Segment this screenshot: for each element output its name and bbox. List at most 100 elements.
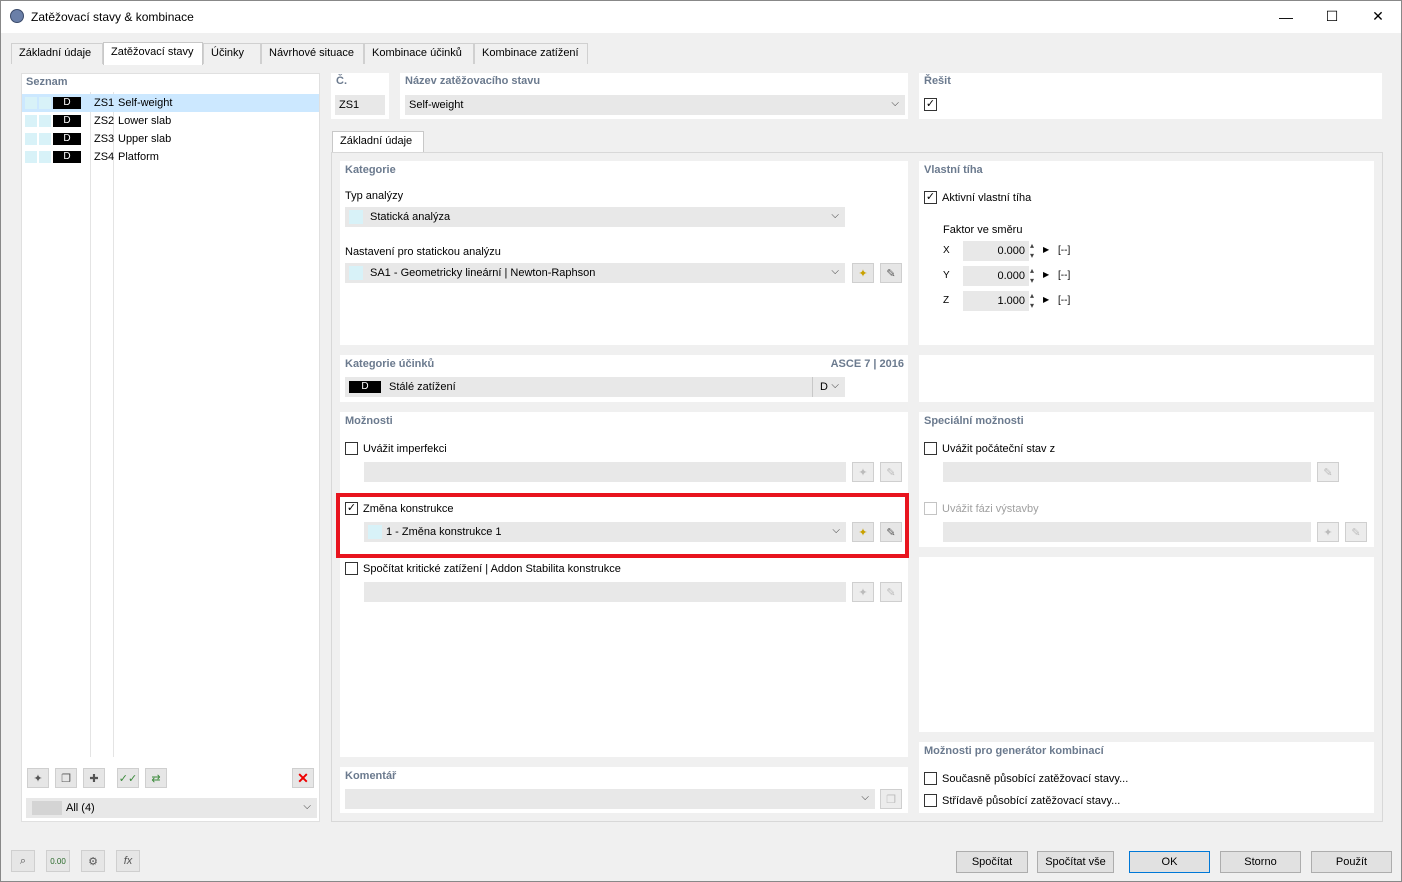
- list-item-name: Lower slab: [118, 115, 172, 127]
- decimals-icon[interactable]: 0.00: [46, 850, 70, 872]
- units-icon[interactable]: ⚙: [81, 850, 105, 872]
- spin-x-icon[interactable]: ▴ ▾: [1030, 241, 1034, 261]
- initial-state-checkbox[interactable]: [924, 442, 937, 455]
- factor-y-input[interactable]: 0.000: [963, 266, 1029, 286]
- edit-imperfection-icon[interactable]: ✎: [880, 462, 902, 482]
- new-item-icon[interactable]: ✦: [27, 768, 49, 788]
- toggle-check-icon[interactable]: ⇄: [145, 768, 167, 788]
- action-short-value: D: [820, 381, 828, 393]
- new-imperfection-icon[interactable]: ✦: [852, 462, 874, 482]
- list-item[interactable]: D ZS4 Platform: [22, 148, 319, 166]
- spin-y-icon[interactable]: ▴ ▾: [1030, 266, 1034, 286]
- filter-value: All (4): [66, 802, 95, 814]
- apply-button[interactable]: Použít: [1311, 851, 1392, 873]
- comment-panel: Komentář ⌵ ❐: [340, 767, 908, 813]
- list-item[interactable]: D ZS2 Lower slab: [22, 112, 319, 130]
- check-all-icon[interactable]: ✓✓: [117, 768, 139, 788]
- new-critical-icon[interactable]: ✦: [852, 582, 874, 602]
- color-swatch: [25, 133, 37, 145]
- list-item[interactable]: D ZS1 Self-weight: [22, 94, 319, 112]
- color-swatch: [25, 151, 37, 163]
- tab-zakladni-udaje[interactable]: Základní údaje: [11, 43, 103, 64]
- chevron-down-icon: ⌵: [303, 801, 311, 812]
- imperfection-checkbox[interactable]: [345, 442, 358, 455]
- calculate-button[interactable]: Spočítat: [956, 851, 1028, 873]
- ok-button[interactable]: OK: [1129, 851, 1210, 873]
- delete-icon[interactable]: ✕: [292, 768, 314, 788]
- imperfection-field[interactable]: [364, 462, 846, 482]
- color-swatch: [25, 115, 37, 127]
- subtab-zakladni-udaje[interactable]: Základní údaje: [332, 131, 424, 153]
- arrow-right-icon[interactable]: ▶: [1043, 270, 1049, 279]
- empty-panel-special: [919, 557, 1374, 732]
- alternating-checkbox[interactable]: [924, 794, 937, 807]
- static-settings-dropdown[interactable]: SA1 - Geometricky lineární | Newton-Raph…: [345, 263, 845, 283]
- action-category-title: Kategorie účinků: [345, 358, 435, 370]
- app-icon: [10, 9, 24, 23]
- arrow-right-icon[interactable]: ▶: [1043, 295, 1049, 304]
- import-icon[interactable]: ✚: [83, 768, 105, 788]
- tab-ucinky[interactable]: Účinky: [203, 43, 261, 64]
- spin-z-icon[interactable]: ▴ ▾: [1030, 291, 1034, 311]
- new-phase-icon[interactable]: ✦: [1317, 522, 1339, 542]
- solve-checkbox[interactable]: ✓: [924, 98, 937, 111]
- edit-critical-icon[interactable]: ✎: [880, 582, 902, 602]
- construction-phase-checkbox[interactable]: [924, 502, 937, 515]
- list-item-id: ZS1: [94, 97, 115, 109]
- critical-load-field[interactable]: [364, 582, 846, 602]
- unit-z: [--]: [1058, 295, 1071, 306]
- imperfection-label: Uvážit imperfekci: [363, 443, 447, 455]
- simultaneous-checkbox[interactable]: [924, 772, 937, 785]
- tab-kombinace-ucinku[interactable]: Kombinace účinků: [364, 43, 474, 64]
- cancel-button[interactable]: Storno: [1220, 851, 1301, 873]
- analysis-type-value: Statická analýza: [370, 211, 451, 223]
- function-icon[interactable]: fx: [116, 850, 140, 872]
- color-swatch: [39, 115, 51, 127]
- construction-phase-field[interactable]: [943, 522, 1311, 542]
- number-field[interactable]: ZS1: [335, 95, 385, 115]
- action-category-dropdown[interactable]: D Stálé zatížení D ⌵: [345, 377, 845, 397]
- copy-icon[interactable]: ❐: [55, 768, 77, 788]
- initial-state-field[interactable]: [943, 462, 1311, 482]
- arrow-right-icon[interactable]: ▶: [1043, 245, 1049, 254]
- minimize-button[interactable]: —: [1263, 1, 1309, 32]
- list-filter-dropdown[interactable]: All (4) ⌵: [26, 798, 317, 818]
- name-label: Název zatěžovacího stavu: [405, 75, 541, 87]
- new-settings-icon[interactable]: ✦: [852, 263, 874, 283]
- special-options-title: Speciální možnosti: [924, 415, 1024, 427]
- edit-initial-state-icon[interactable]: ✎: [1317, 462, 1339, 482]
- tab-zatezovaci-stavy[interactable]: Zatěžovací stavy: [103, 42, 203, 65]
- solve-label: Řešit: [924, 75, 951, 87]
- tab-kombinace-zatizeni[interactable]: Kombinace zatížení: [474, 43, 588, 64]
- list-title: Seznam: [26, 76, 68, 88]
- comment-dropdown[interactable]: ⌵: [345, 789, 875, 809]
- critical-load-checkbox[interactable]: [345, 562, 358, 575]
- close-button[interactable]: ✕: [1355, 1, 1401, 32]
- analysis-type-dropdown[interactable]: Statická analýza ⌵: [345, 207, 845, 227]
- factor-x-input[interactable]: 0.000: [963, 241, 1029, 261]
- comment-library-icon[interactable]: ❐: [880, 789, 902, 809]
- list-item-name: Upper slab: [118, 133, 172, 145]
- edit-settings-icon[interactable]: ✎: [880, 263, 902, 283]
- search-icon[interactable]: ⌕: [11, 850, 35, 872]
- static-settings-label: Nastavení pro statickou analýzu: [345, 246, 501, 258]
- axis-x-label: X: [943, 245, 950, 256]
- selfweight-title: Vlastní tíha: [924, 164, 983, 176]
- critical-load-label: Spočítat kritické zatížení | Addon Stabi…: [363, 563, 621, 575]
- tab-navrhove-situace[interactable]: Návrhové situace: [261, 43, 364, 64]
- options-panel: Možnosti Uvážit imperfekci ✦ ✎ ✓ Změna k…: [340, 412, 908, 757]
- chevron-down-icon: ⌵: [831, 210, 839, 221]
- active-selfweight-checkbox[interactable]: ✓: [924, 191, 937, 204]
- factor-z-input[interactable]: 1.000: [963, 291, 1029, 311]
- name-dropdown[interactable]: Self-weight ⌵: [405, 95, 905, 115]
- chevron-down-icon: ⌵: [891, 98, 899, 109]
- list-item-name: Self-weight: [118, 97, 173, 109]
- generator-panel: Možnosti pro generátor kombinací Současn…: [919, 742, 1374, 813]
- action-category-value: Stálé zatížení: [389, 381, 456, 393]
- maximize-button[interactable]: ☐: [1309, 1, 1355, 32]
- category-title: Kategorie: [345, 164, 396, 176]
- list-item[interactable]: D ZS3 Upper slab: [22, 130, 319, 148]
- edit-phase-icon[interactable]: ✎: [1345, 522, 1367, 542]
- list-item-id: ZS4: [94, 151, 115, 163]
- calculate-all-button[interactable]: Spočítat vše: [1037, 851, 1114, 873]
